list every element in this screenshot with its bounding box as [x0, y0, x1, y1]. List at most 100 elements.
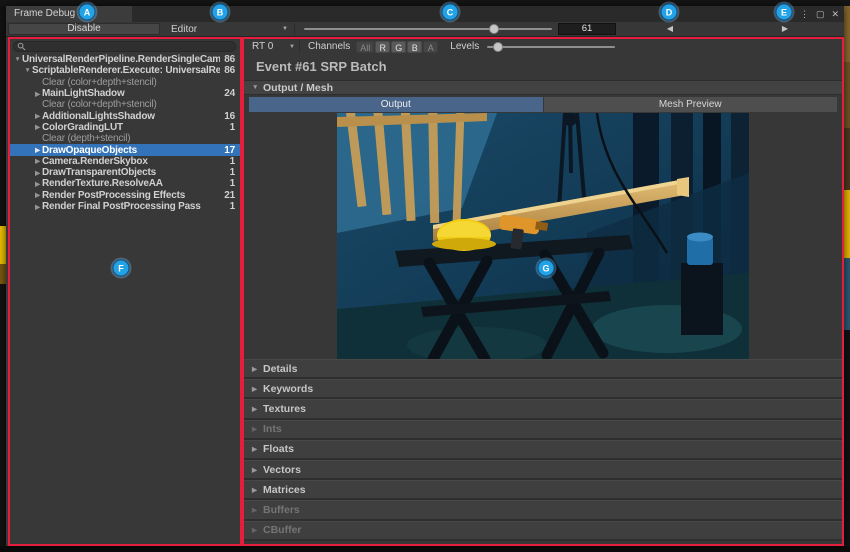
tree-item[interactable]: ▶DrawOpaqueObjects17: [10, 144, 240, 155]
window-title-tab[interactable]: Frame Debug: [6, 6, 132, 22]
section-floats[interactable]: ▶Floats: [244, 440, 842, 460]
foldout-collapsed-icon[interactable]: ▶: [33, 169, 42, 177]
tree-item-count: 1: [230, 122, 235, 133]
event-slider-thumb[interactable]: [489, 24, 499, 34]
foldout-collapsed-icon[interactable]: ▶: [33, 180, 42, 188]
section-textures[interactable]: ▶Textures: [244, 399, 842, 419]
frame-debug-toolbar: Disable Editor ▼ 61 ◀ ▶: [6, 22, 844, 37]
tree-item[interactable]: ▶DrawTransparentObjects1: [10, 167, 240, 178]
tree-item[interactable]: ▼UniversalRenderPipeline.RenderSingleCam…: [10, 54, 240, 65]
event-number-field[interactable]: 61: [558, 23, 616, 35]
previous-event-button[interactable]: ◀: [662, 23, 678, 35]
channel-button-a[interactable]: A: [423, 41, 438, 53]
event-slider-track[interactable]: [304, 28, 552, 30]
render-target-label: RT 0: [252, 41, 273, 52]
foldout-collapsed-icon[interactable]: ▶: [33, 146, 42, 154]
levels-slider[interactable]: [485, 40, 617, 54]
annotation-badge-C: C: [443, 5, 458, 20]
window-titlebar[interactable]: Frame Debug ⋮ ▢ ✕: [6, 6, 844, 22]
search-icon: [17, 42, 26, 51]
window-maximize-icon[interactable]: ▢: [816, 9, 825, 20]
tab-output[interactable]: Output: [249, 97, 543, 112]
render-preview: [337, 113, 749, 359]
channel-button-b[interactable]: B: [407, 41, 422, 53]
editor-target-dropdown[interactable]: Editor ▼: [165, 23, 295, 35]
section-ints: ▶Ints: [244, 420, 842, 440]
event-slider[interactable]: [302, 22, 554, 36]
tree-item-count: 17: [224, 145, 235, 156]
channel-button-g[interactable]: G: [391, 41, 406, 53]
foldout-collapsed-icon: ▶: [252, 506, 263, 514]
desktop-edge-right-blue: [844, 258, 850, 330]
foldout-collapsed-icon[interactable]: ▶: [252, 445, 263, 453]
section-label: Keywords: [263, 383, 313, 395]
foldout-collapsed-icon[interactable]: ▶: [252, 385, 263, 393]
chevron-down-icon: ▼: [289, 44, 295, 50]
tree-search-field[interactable]: [13, 41, 236, 52]
tree-item-label: Render Final PostProcessing Pass: [42, 201, 226, 212]
section-details[interactable]: ▶Details: [244, 359, 842, 379]
tree-item[interactable]: ▼ScriptableRenderer.Execute: UniversalRe…: [10, 65, 240, 76]
tree-item[interactable]: ▶AdditionalLightsShadow16: [10, 110, 240, 121]
render-preview-image: [337, 113, 749, 359]
channel-button-all[interactable]: All: [356, 41, 374, 53]
desktop-edge-right-yellow: [844, 190, 850, 258]
foldout-collapsed-icon[interactable]: ▶: [252, 405, 263, 413]
tree-item-count: 16: [224, 111, 235, 122]
tree-item[interactable]: ▶Render Final PostProcessing Pass 1: [10, 201, 240, 212]
foldout-collapsed-icon[interactable]: ▶: [252, 466, 263, 474]
disable-button[interactable]: Disable: [8, 23, 160, 35]
output-mesh-foldout[interactable]: ▼ Output / Mesh: [244, 80, 842, 95]
editor-dropdown-label: Editor: [171, 24, 197, 35]
section-label: Textures: [263, 403, 306, 415]
section-vectors[interactable]: ▶Vectors: [244, 460, 842, 480]
desktop-edge-right-wood-3: [844, 128, 850, 190]
chevron-down-icon: ▼: [282, 26, 288, 32]
render-target-toolbar: RT 0 ▼ Channels AllRGBA Levels: [244, 39, 842, 54]
tree-item-count: 86: [224, 65, 235, 76]
tree-item-count: 1: [230, 156, 235, 167]
tree-item[interactable]: Clear (color+depth+stencil): [10, 77, 240, 88]
tree-item-label: RenderTexture.ResolveAA: [42, 178, 226, 189]
window-menu-icon[interactable]: ⋮: [800, 9, 809, 20]
tree-item-label: DrawTransparentObjects: [42, 167, 226, 178]
event-tree-panel: ▼UniversalRenderPipeline.RenderSingleCam…: [8, 37, 242, 546]
tree-item-count: 1: [230, 201, 235, 212]
section-keywords[interactable]: ▶Keywords: [244, 379, 842, 399]
levels-slider-thumb[interactable]: [493, 42, 503, 52]
levels-slider-track[interactable]: [487, 46, 615, 48]
tree-item[interactable]: ▶ColorGradingLUT1: [10, 122, 240, 133]
render-target-dropdown[interactable]: RT 0 ▼: [252, 41, 300, 53]
foldout-collapsed-icon[interactable]: ▶: [33, 191, 42, 199]
channel-button-r[interactable]: R: [375, 41, 390, 53]
tree-item-label: Clear (color+depth+stencil): [42, 77, 231, 88]
section-label: Buffers: [263, 504, 300, 516]
tree-item[interactable]: ▶RenderTexture.ResolveAA1: [10, 178, 240, 189]
annotation-badge-G: G: [539, 261, 554, 276]
foldout-expanded-icon[interactable]: ▼: [13, 56, 22, 63]
tree-search-input[interactable]: [26, 42, 235, 51]
tree-item[interactable]: Clear (color+depth+stencil): [10, 99, 240, 110]
tree-item[interactable]: ▶Render PostProcessing Effects21: [10, 190, 240, 201]
foldout-collapsed-icon[interactable]: ▶: [33, 112, 42, 120]
window-close-icon[interactable]: ✕: [831, 9, 839, 20]
tree-item-label: Clear (color+depth+stencil): [42, 99, 231, 110]
foldout-collapsed-icon[interactable]: ▶: [252, 486, 263, 494]
foldout-collapsed-icon[interactable]: ▶: [252, 365, 263, 373]
section-buffers: ▶Buffers: [244, 500, 842, 520]
foldout-collapsed-icon[interactable]: ▶: [33, 203, 42, 211]
section-matrices[interactable]: ▶Matrices: [244, 480, 842, 500]
event-detail-panel: RT 0 ▼ Channels AllRGBA Levels Event #61…: [242, 37, 844, 546]
foldout-expanded-icon: ▼: [252, 84, 263, 91]
foldout-expanded-icon[interactable]: ▼: [23, 67, 32, 74]
annotation-badge-D: D: [662, 5, 677, 20]
tab-mesh-preview[interactable]: Mesh Preview: [544, 97, 838, 112]
tree-item[interactable]: ▶MainLightShadow24: [10, 88, 240, 99]
foldout-collapsed-icon[interactable]: ▶: [33, 123, 42, 131]
tree-item[interactable]: Clear (depth+stencil): [10, 133, 240, 144]
foldout-collapsed-icon[interactable]: ▶: [33, 90, 42, 98]
foldout-collapsed-icon: ▶: [252, 526, 263, 534]
next-event-button[interactable]: ▶: [777, 23, 793, 35]
foldout-collapsed-icon[interactable]: ▶: [33, 157, 42, 165]
tree-item[interactable]: ▶Camera.RenderSkybox1: [10, 156, 240, 167]
